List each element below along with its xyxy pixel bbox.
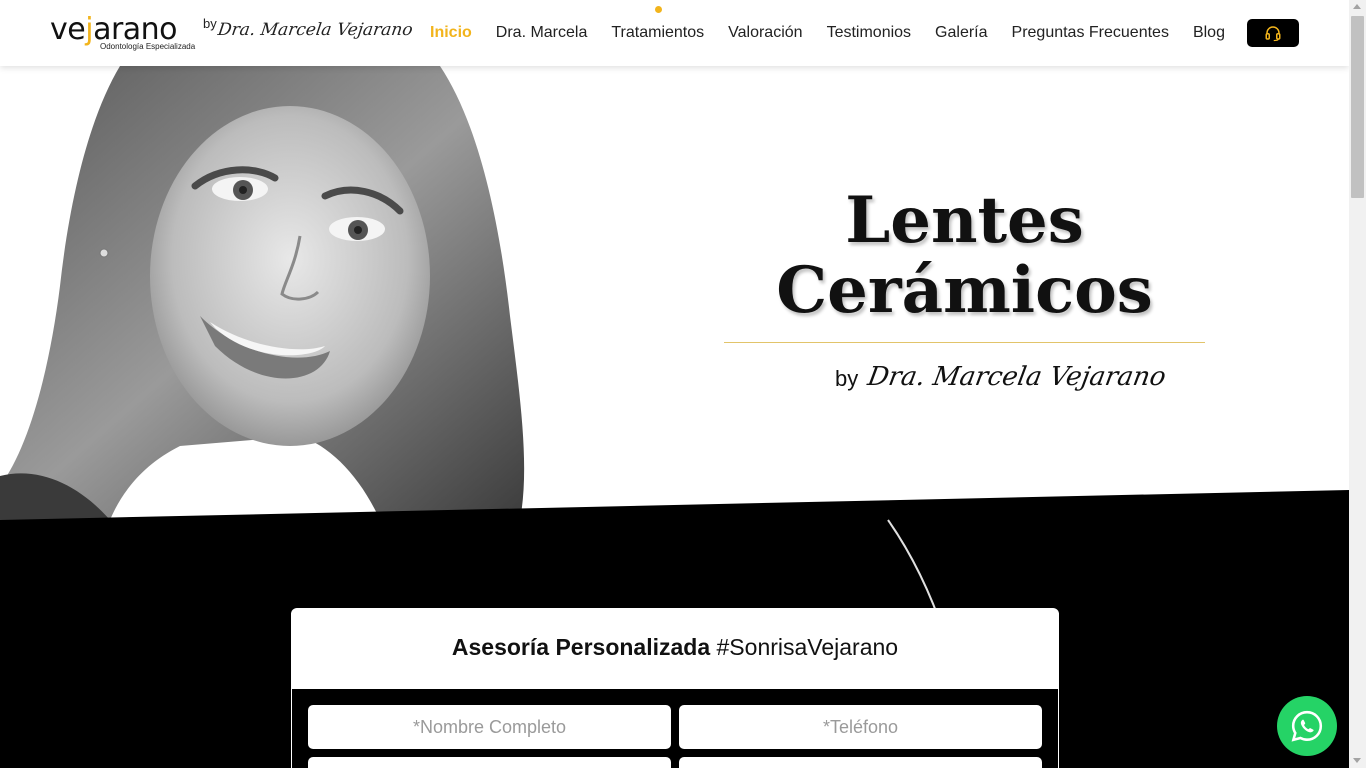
whatsapp-button[interactable] (1277, 696, 1337, 756)
scroll-down-arrow-icon[interactable] (1353, 758, 1361, 763)
form-body: *Nombre Completo *Teléfono (292, 689, 1058, 768)
phone-input[interactable]: *Teléfono (679, 705, 1042, 749)
doctor-portrait-image (0, 66, 525, 520)
nav-item-tratamientos[interactable]: Tratamientos (611, 6, 705, 42)
form-field-4[interactable] (679, 757, 1042, 768)
nav-item-dra-marcela[interactable]: Dra. Marcela (496, 24, 588, 42)
name-input[interactable]: *Nombre Completo (308, 705, 671, 749)
whatsapp-icon (1291, 710, 1323, 742)
logo-subtitle: Odontología Especializada (100, 42, 196, 51)
consultation-form-card: Asesoría Personalizada #SonrisaVejarano … (291, 608, 1059, 768)
support-button[interactable] (1247, 19, 1299, 47)
form-field-3[interactable] (308, 757, 671, 768)
hero-title: Lentes Cerámicos (724, 186, 1205, 326)
hero-divider (724, 342, 1205, 343)
hero-by: by (835, 366, 859, 391)
main-nav: Inicio Dra. Marcela Tratamientos Valorac… (430, 0, 1249, 66)
nav-item-testimonios[interactable]: Testimonios (827, 24, 911, 42)
hero-title-line1: Lentes (845, 183, 1084, 258)
form-title-tag: #SonrisaVejarano (716, 634, 899, 660)
form-title: Asesoría Personalizada #SonrisaVejarano (291, 634, 1059, 661)
notification-dot (654, 6, 662, 13)
brand-logo[interactable]: vejarano Odontología Especializada by Dr… (50, 12, 414, 56)
logo-signature: Dra. Marcela Vejarano (216, 20, 414, 40)
site-header: vejarano Odontología Especializada by Dr… (0, 0, 1349, 66)
nav-item-valoracion[interactable]: Valoración (728, 24, 802, 42)
nav-item-blog[interactable]: Blog (1193, 24, 1225, 42)
scroll-thumb[interactable] (1351, 16, 1364, 198)
nav-item-tratamientos-label: Tratamientos (611, 24, 705, 41)
hero-section: Lentes Cerámicos by Dra. Marcela Vejaran… (0, 66, 1349, 520)
scroll-up-arrow-icon[interactable] (1353, 4, 1361, 9)
nav-item-preguntas-frecuentes[interactable]: Preguntas Frecuentes (1012, 24, 1169, 42)
nav-item-galeria[interactable]: Galería (935, 24, 987, 42)
hero-title-line2: Cerámicos (776, 253, 1153, 328)
logo-by: by (203, 16, 217, 31)
hero-signature: Dra. Marcela Vejarano (865, 362, 1169, 392)
nav-item-inicio[interactable]: Inicio (430, 24, 472, 42)
page: vejarano Odontología Especializada by Dr… (0, 0, 1366, 768)
form-title-bold: Asesoría Personalizada (451, 634, 711, 660)
headset-icon (1265, 26, 1281, 42)
vertical-scrollbar[interactable] (1349, 0, 1366, 768)
